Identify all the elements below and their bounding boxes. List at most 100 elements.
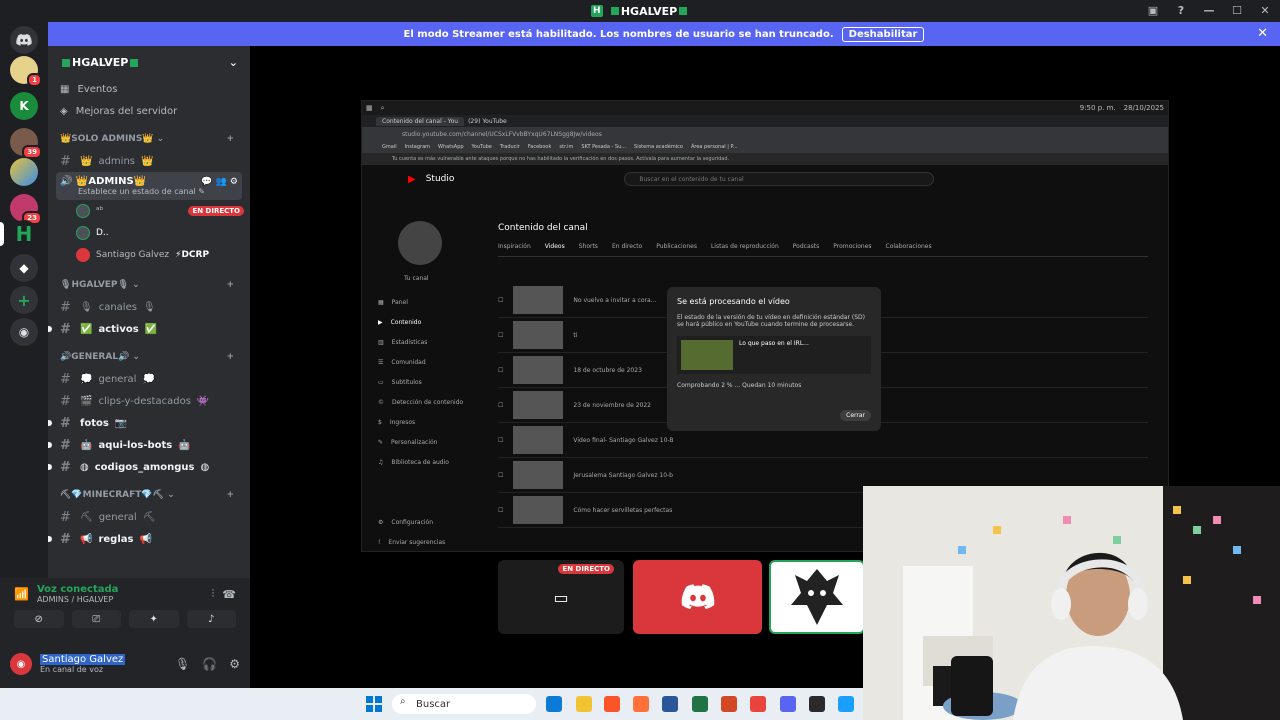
channel-admins[interactable]: # 👑 admins 👑: [56, 150, 242, 172]
taskbar-search[interactable]: ⌕ Buscar: [392, 694, 536, 714]
signal-icon: 📶: [14, 587, 29, 601]
server-icon-6[interactable]: ◆: [10, 254, 38, 282]
green-square-icon: [679, 7, 688, 15]
channel-clips[interactable]: # 🎬 clips-y-destacados 👾: [56, 390, 242, 412]
windows-icon: ▦: [366, 104, 373, 112]
search-icon: ⌕: [380, 103, 385, 112]
channel-reglas[interactable]: # 📢 reglas 📢: [48, 528, 242, 550]
selected-server-pill: [0, 222, 4, 246]
voice-channel-admins[interactable]: 🔊 👑ADMINS👑 💬 👥 ⚙ Establece un estado de c…: [56, 172, 242, 200]
address-bar[interactable]: studio.youtube.com/channel/UCSxLFVvbBYxq…: [362, 127, 1168, 141]
hash-icon: #: [60, 299, 71, 315]
channel-bots[interactable]: # 🤖 aqui-los-bots 🤖: [48, 434, 242, 456]
noise-suppression-icon[interactable]: ⫶: [212, 587, 215, 601]
channel-canales[interactable]: # 🎙 canales 🎙: [56, 296, 242, 318]
epic-games-icon[interactable]: [809, 696, 825, 712]
discord-taskbar-icon[interactable]: [780, 696, 796, 712]
word-icon[interactable]: [662, 696, 678, 712]
voice-user[interactable]: ᵃᵇ EN DIRECTO: [76, 200, 250, 222]
server-icon-5[interactable]: 23: [10, 194, 42, 225]
stream-tile[interactable]: EN DIRECTO ▭: [498, 560, 624, 634]
calendar-icon: ▦: [60, 83, 70, 95]
channel-fotos[interactable]: # fotos 📷: [48, 412, 242, 434]
server-header[interactable]: HGALVEP ⌄: [48, 46, 250, 78]
participant-tile[interactable]: [633, 560, 762, 634]
soundboard-button[interactable]: ♪: [186, 610, 236, 628]
discover-icon[interactable]: ◉: [10, 318, 38, 346]
content-tabs: Inspiración Videos Shorts En directo Pub…: [498, 243, 1148, 257]
voice-location[interactable]: ADMINS / HGALVEP: [37, 595, 118, 604]
streamer-mode-banner: El modo Streamer está habilitado. Los no…: [48, 22, 1280, 46]
firefox-icon[interactable]: [633, 696, 649, 712]
headphones-icon[interactable]: 🎧: [202, 657, 217, 671]
youtube-logo-icon: ▶: [408, 173, 416, 185]
server-icon-hgalvep[interactable]: H: [10, 220, 38, 248]
channel-activos[interactable]: # ✅ activos ✅: [48, 318, 242, 340]
green-square-icon: [62, 58, 70, 67]
discord-home-icon[interactable]: [10, 26, 38, 54]
hash-icon: #: [60, 371, 71, 387]
chrome-icon[interactable]: [750, 696, 766, 712]
activities-button[interactable]: ✦: [129, 610, 179, 628]
chevron-down-icon: ⌄: [228, 55, 238, 69]
participant-tile-speaking[interactable]: [769, 560, 865, 634]
edge-icon[interactable]: [546, 696, 562, 712]
voice-user[interactable]: Santiago Galvez ⚡DCRP: [76, 244, 250, 266]
disable-streamer-button[interactable]: Deshabilitar: [841, 26, 925, 42]
windows-taskbar: ⌕ Buscar: [0, 688, 863, 720]
help-icon[interactable]: ?: [1174, 3, 1188, 17]
security-warning: Tu cuenta es más vulnerable ante ataques…: [362, 153, 1168, 165]
settings-gear-icon[interactable]: ⚙: [229, 657, 240, 671]
webcam-scene: [863, 486, 1280, 720]
brave-icon[interactable]: [604, 696, 620, 712]
category-solo-admins[interactable]: 👑SOLO ADMINS👑 ⌄ +: [48, 128, 250, 150]
discord-logo-icon: [681, 584, 714, 610]
shared-screen[interactable]: ▦ ⌕ 9:50 p. m. 28/10/2025 Contenido del c…: [361, 100, 1169, 552]
processing-dialog: Se está procesando el vídeo El estado de…: [667, 287, 881, 431]
webcam-overlay: [863, 486, 1280, 720]
category-hgalvep[interactable]: 🎙HGALVEP🎙 ⌄ +: [48, 274, 250, 296]
category-minecraft[interactable]: ⛏💎MINECRAFT💎⛏ ⌄ +: [48, 484, 250, 506]
windows-start-icon[interactable]: [366, 696, 382, 712]
inbox-icon[interactable]: ▣: [1146, 3, 1160, 17]
processing-progress: Comprobando 2 % ... Quedan 10 minutos: [677, 382, 802, 389]
voice-connection-panel: 📶 Voz conectada ADMINS / HGALVEP ⫶ ☎ ⊘ ⎚…: [0, 578, 250, 640]
studio-search[interactable]: Buscar en el contenido de tu canal: [624, 172, 935, 186]
voice-user[interactable]: D..: [76, 222, 250, 244]
file-explorer-icon[interactable]: [576, 696, 592, 712]
hash-icon: #: [60, 509, 71, 525]
close-window-button[interactable]: ✕: [1258, 3, 1272, 17]
add-channel-icon[interactable]: +: [226, 134, 234, 144]
add-channel-icon[interactable]: +: [226, 352, 234, 362]
hash-icon: #: [60, 437, 71, 453]
server-icon-3[interactable]: 39: [10, 128, 42, 159]
add-channel-icon[interactable]: +: [226, 280, 234, 290]
add-channel-icon[interactable]: +: [226, 490, 234, 500]
minimize-button[interactable]: —: [1202, 3, 1216, 17]
maximize-button[interactable]: ☐: [1230, 3, 1244, 17]
add-server-icon[interactable]: +: [10, 286, 38, 314]
microphone-icon[interactable]: 🎙: [175, 657, 190, 671]
server-icon-2[interactable]: K: [10, 92, 38, 120]
channel-avatar: [398, 221, 442, 265]
app-icon[interactable]: [838, 696, 854, 712]
server-icon-1[interactable]: 1: [10, 56, 42, 87]
user-name[interactable]: Santiago Galvez: [40, 654, 126, 665]
close-banner-icon[interactable]: ✕: [1257, 26, 1268, 41]
server-icon-4[interactable]: [10, 158, 38, 186]
events-link[interactable]: ▦ Eventos: [48, 78, 250, 100]
share-screen-button[interactable]: ⎚: [71, 610, 121, 628]
camera-off-button[interactable]: ⊘: [14, 610, 64, 628]
channel-mc-general[interactable]: # ⛏ general ⛏: [56, 506, 242, 528]
category-general[interactable]: 🔊GENERAL🔊 ⌄ +: [48, 346, 250, 368]
voice-status[interactable]: Voz conectada: [37, 584, 118, 595]
close-dialog-button[interactable]: Cerrar: [840, 410, 871, 421]
channel-general[interactable]: # 💭 general 💭: [56, 368, 242, 390]
disconnect-icon[interactable]: ☎: [222, 588, 236, 601]
user-avatar[interactable]: ◉: [10, 653, 32, 675]
boost-link[interactable]: ◈ Mejoras del servidor: [48, 100, 250, 122]
powerpoint-icon[interactable]: [721, 696, 737, 712]
channel-codigos[interactable]: # ◍ codigos_amongus ◍: [48, 456, 242, 478]
green-square-icon: [610, 7, 619, 15]
excel-icon[interactable]: [692, 696, 708, 712]
